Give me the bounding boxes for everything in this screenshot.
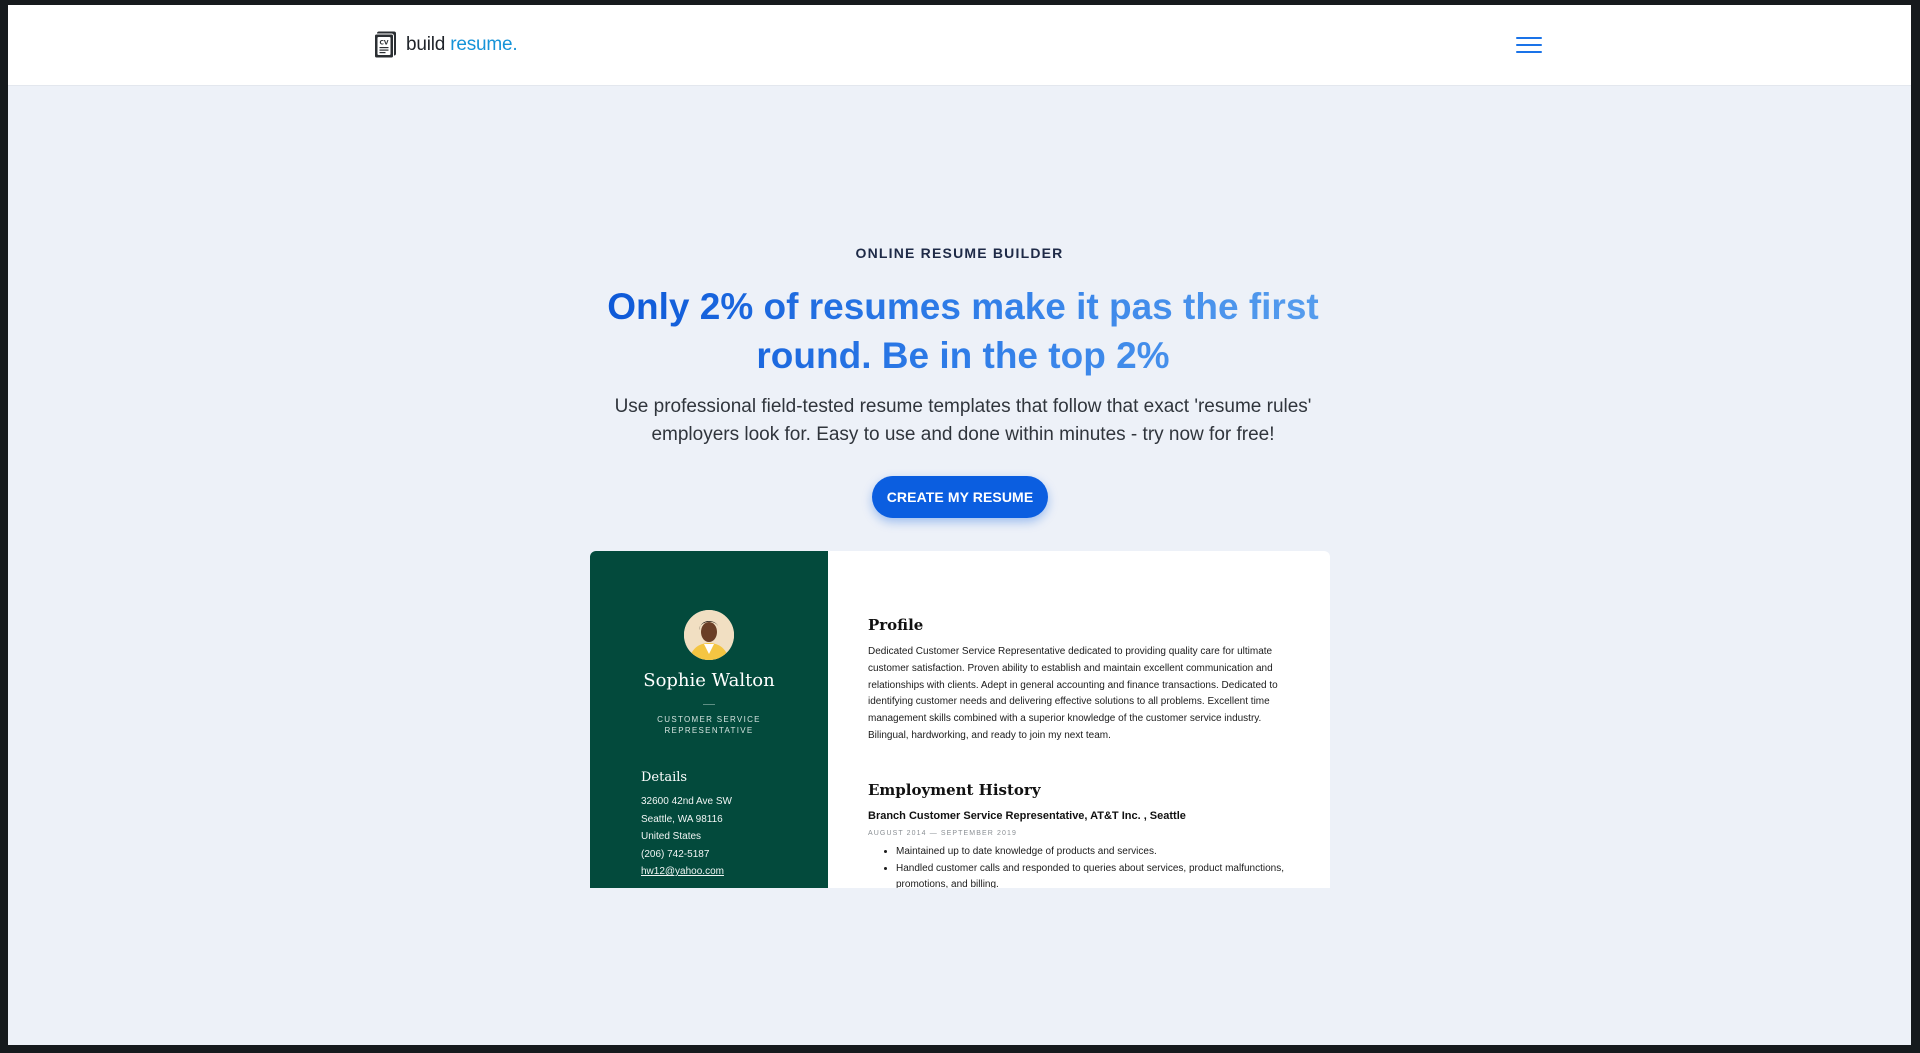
details-heading: Details: [641, 770, 688, 785]
resume-sidebar: Sophie Walton CUSTOMER SERVICE REPRESENT…: [590, 551, 828, 888]
cv-document-icon: CV: [374, 31, 396, 59]
job-entry-dates: AUGUST 2014 — SEPTEMBER 2019: [868, 830, 1017, 837]
profile-heading: Profile: [868, 616, 924, 634]
detail-address-line1: 32600 42nd Ave SW: [641, 796, 732, 807]
hero-subtext: Use professional field-tested resume tem…: [614, 396, 1312, 445]
details-list: 32600 42nd Ave SW Seattle, WA 98116 Unit…: [641, 793, 732, 881]
job-bullet: Handled customer calls and responded to …: [896, 861, 1296, 889]
site-logo[interactable]: CV build resume.: [374, 31, 518, 59]
create-resume-button[interactable]: CREATE MY RESUME: [872, 476, 1048, 518]
avatar: [684, 610, 734, 660]
resume-person-name: Sophie Walton: [643, 670, 775, 691]
detail-address-line2: Seattle, WA 98116: [641, 813, 723, 825]
logo-word-resume: resume.: [450, 34, 518, 55]
detail-email-link[interactable]: hw12@yahoo.com: [641, 863, 732, 881]
profile-text: Dedicated Customer Service Representativ…: [868, 646, 1278, 741]
employment-heading: Employment History: [868, 781, 1041, 799]
job-entry-title: Branch Customer Service Representative, …: [868, 810, 1186, 822]
browser-viewport: CV build resume. ONLINE RESUME BUILDER O…: [8, 5, 1911, 1045]
top-navigation-bar: CV build resume.: [8, 5, 1911, 86]
name-divider: [703, 704, 715, 705]
logo-word-build: build: [406, 34, 446, 55]
svg-text:CV: CV: [379, 40, 388, 47]
hamburger-menu-icon[interactable]: [1516, 35, 1542, 55]
detail-country: United States: [641, 831, 702, 842]
resume-preview: Sophie Walton CUSTOMER SERVICE REPRESENT…: [590, 551, 1330, 888]
hero-headline: Only 2% of resumes make it pas the first…: [568, 282, 1358, 380]
hero-eyebrow: ONLINE RESUME BUILDER: [855, 245, 1064, 261]
logo-wordmark: build resume.: [406, 34, 518, 56]
detail-phone: (206) 742-5187: [641, 848, 710, 860]
resume-job-title: CUSTOMER SERVICE REPRESENTATIVE: [657, 715, 761, 735]
job-entry-bullets: Maintained up to date knowledge of produ…: [896, 844, 1296, 888]
resume-main-column: Profile Dedicated Customer Service Repre…: [828, 551, 1330, 888]
job-bullet: Maintained up to date knowledge of produ…: [896, 844, 1296, 861]
